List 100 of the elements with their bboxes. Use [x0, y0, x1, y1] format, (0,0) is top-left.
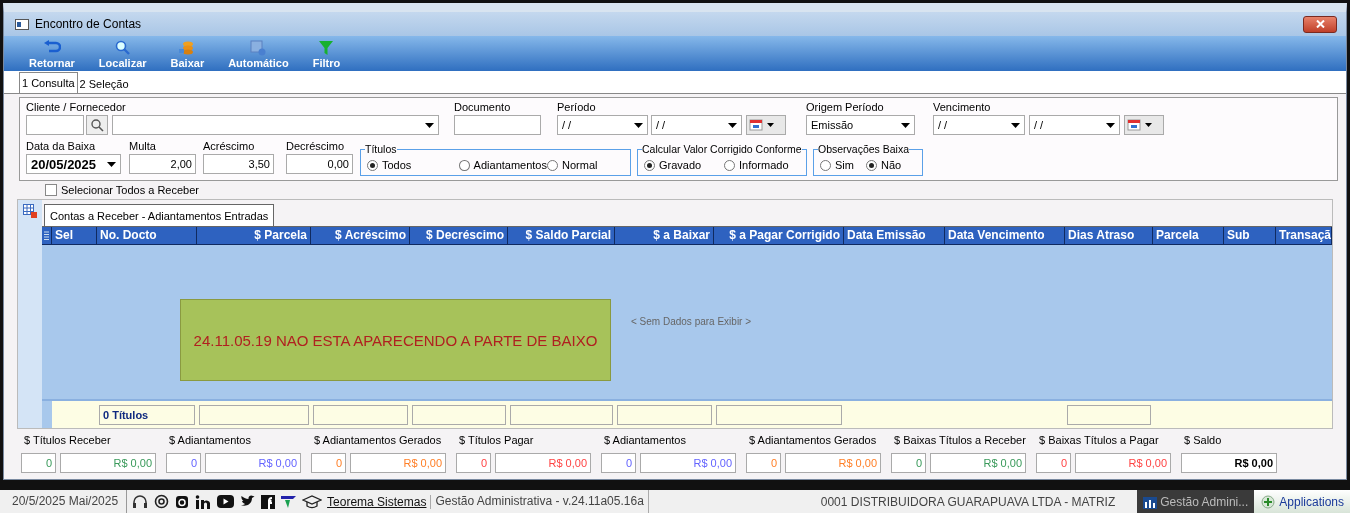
- column-header[interactable]: Data Emissão: [844, 227, 945, 244]
- radio-button[interactable]: [724, 159, 735, 171]
- amount-field: R$ 0,00: [1075, 453, 1171, 473]
- facebook-icon[interactable]: [261, 494, 276, 509]
- linkedin-icon[interactable]: [195, 494, 212, 509]
- date-dropdown[interactable]: / /: [1029, 115, 1120, 135]
- radio-option[interactable]: Adiantamentos: [459, 159, 547, 171]
- radio-option[interactable]: Normal: [547, 159, 598, 171]
- column-header[interactable]: No. Docto: [97, 227, 197, 244]
- calendar-icon: [1127, 119, 1141, 131]
- count-field: 0: [601, 453, 636, 473]
- document-field[interactable]: [454, 115, 541, 135]
- radio-button[interactable]: [459, 159, 470, 171]
- instagram-icon[interactable]: [175, 494, 190, 509]
- bird-icon[interactable]: [240, 495, 256, 508]
- caret-icon: [901, 122, 910, 128]
- search-icon: [90, 118, 104, 132]
- company-logo-icon: [281, 495, 297, 508]
- amount-field[interactable]: 3,50: [203, 154, 274, 174]
- field-label: Acréscimo: [203, 139, 256, 154]
- window-icon: [15, 18, 29, 30]
- radio-option[interactable]: Informado: [724, 159, 789, 171]
- checkbox[interactable]: [45, 183, 57, 196]
- date-dropdown[interactable]: / /: [557, 115, 648, 135]
- amount-field: R$ 0,00: [350, 453, 446, 473]
- column-header[interactable]: Transaçã: [1276, 227, 1332, 244]
- column-header[interactable]: $ Acréscimo: [311, 227, 410, 244]
- filter-icon: [317, 40, 336, 56]
- amount-field[interactable]: 2,00: [129, 154, 196, 174]
- amount-field: R$ 0,00: [60, 453, 156, 473]
- total-label: $ Adiantamentos Gerados: [749, 434, 878, 448]
- count-field: 0: [891, 453, 926, 473]
- field-label: Cliente / Fornecedor: [26, 100, 127, 115]
- column-header[interactable]: $ a Baixar: [615, 227, 714, 244]
- grid-settings-icon[interactable]: [23, 204, 37, 218]
- grid-tab[interactable]: Contas a Receber - Adiantamentos Entradas: [44, 204, 275, 226]
- radio-option[interactable]: Todos: [367, 159, 459, 171]
- column-header[interactable]: $ a Pagar Corrigido: [714, 227, 844, 244]
- radio-button[interactable]: [866, 159, 877, 171]
- count-field: 0: [456, 453, 491, 473]
- column-header[interactable]: $ Parcela: [197, 227, 311, 244]
- toolbar-button[interactable]: Localizar: [95, 40, 150, 71]
- field-label: Decréscimo: [286, 139, 346, 154]
- taskbar-button[interactable]: Applications: [1254, 490, 1350, 513]
- column-handle-icon[interactable]: [42, 227, 52, 244]
- field-label: Documento: [454, 100, 512, 115]
- column-header[interactable]: Parcela: [1153, 227, 1224, 244]
- close-icon: [1315, 20, 1325, 28]
- toolbar-button[interactable]: Filtro: [309, 40, 344, 71]
- column-header[interactable]: Sub: [1224, 227, 1276, 244]
- tab[interactable]: 2 Seleção: [77, 75, 131, 93]
- radio-button[interactable]: [644, 159, 655, 171]
- origin-dropdown[interactable]: Emissão: [806, 115, 915, 135]
- count-field: 0: [1036, 453, 1071, 473]
- column-header[interactable]: Sel: [52, 227, 97, 244]
- headset-icon[interactable]: [132, 493, 149, 510]
- column-header[interactable]: Data Vencimento: [945, 227, 1065, 244]
- radio-option[interactable]: Gravado: [644, 159, 724, 171]
- status-date: 20/5/2025 Mai/2025: [0, 490, 128, 513]
- tab[interactable]: 1 Consulta: [19, 72, 78, 93]
- toolbar-button[interactable]: Automático: [225, 40, 292, 71]
- company-link[interactable]: Teorema Sistemas: [327, 494, 432, 509]
- radio-option[interactable]: Sim: [820, 159, 866, 171]
- total-label: $ Adiantamentos Gerados: [314, 434, 443, 448]
- total-label: $ Adiantamentos: [169, 434, 252, 448]
- balance-field: R$ 0,00: [1181, 453, 1277, 473]
- radio-option[interactable]: Não: [866, 159, 902, 171]
- caret-icon: [425, 122, 434, 128]
- radio-button[interactable]: [820, 159, 831, 171]
- calendar-button[interactable]: [746, 115, 786, 135]
- date-dropdown[interactable]: / /: [651, 115, 742, 135]
- amount-field[interactable]: 0,00: [286, 154, 353, 174]
- select-all-checkbox[interactable]: Selecionar Todos a Receber: [45, 183, 199, 196]
- row-indicator: [42, 401, 52, 428]
- group-title: Observações Baixa: [818, 143, 910, 155]
- bar-chart-icon: [1143, 494, 1158, 509]
- calendar-button[interactable]: [1124, 115, 1164, 135]
- video-play-icon[interactable]: [217, 495, 235, 508]
- count-field: 0: [21, 453, 56, 473]
- toolbar-button[interactable]: Retornar: [26, 40, 78, 71]
- caret-icon: [1145, 123, 1152, 127]
- search-button[interactable]: [86, 115, 108, 135]
- code-field[interactable]: [26, 115, 84, 135]
- window-title: Encontro de Contas: [35, 17, 142, 31]
- total-count: 0 Títulos: [99, 404, 195, 425]
- group-title: Títulos: [365, 143, 397, 155]
- count-field: 0: [746, 453, 781, 473]
- graduation-cap-icon[interactable]: [302, 494, 323, 509]
- radio-button[interactable]: [367, 159, 378, 171]
- date-dropdown[interactable]: 20/05/2025: [26, 154, 121, 174]
- radio-button[interactable]: [547, 159, 558, 171]
- close-button[interactable]: [1303, 15, 1337, 33]
- column-header[interactable]: $ Decréscimo: [410, 227, 508, 244]
- taskbar-button[interactable]: Gestão Admini...: [1137, 490, 1255, 513]
- toolbar-button[interactable]: Baixar: [167, 40, 208, 71]
- field-label: Origem Período: [806, 100, 885, 115]
- column-header[interactable]: Dias Atraso: [1065, 227, 1153, 244]
- date-dropdown[interactable]: / /: [933, 115, 1025, 135]
- column-header[interactable]: $ Saldo Parcial: [508, 227, 615, 244]
- version-text: Gestão Administrativa - v.24.11a05.16a: [431, 490, 649, 513]
